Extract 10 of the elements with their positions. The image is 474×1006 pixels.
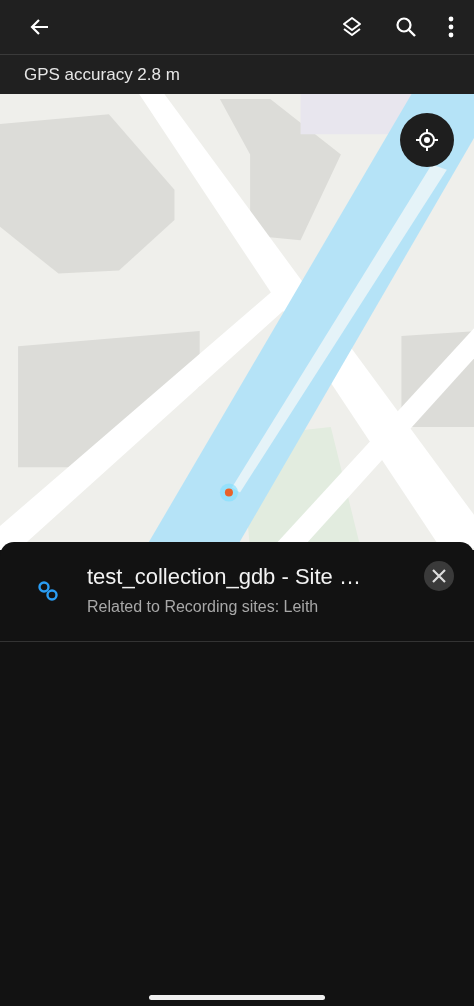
more-vertical-icon (448, 16, 454, 38)
close-button[interactable] (424, 561, 454, 591)
close-icon (432, 569, 446, 583)
sheet-subtitle: Related to Recording sites: Leith (87, 598, 320, 616)
crosshair-icon (415, 128, 439, 152)
gps-accuracy-text: GPS accuracy 2.8 m (24, 64, 180, 85)
search-icon (394, 15, 418, 39)
link-icon (37, 580, 59, 602)
sheet-title: test_collection_gdb - Site … (87, 564, 362, 590)
layers-icon (340, 15, 364, 39)
